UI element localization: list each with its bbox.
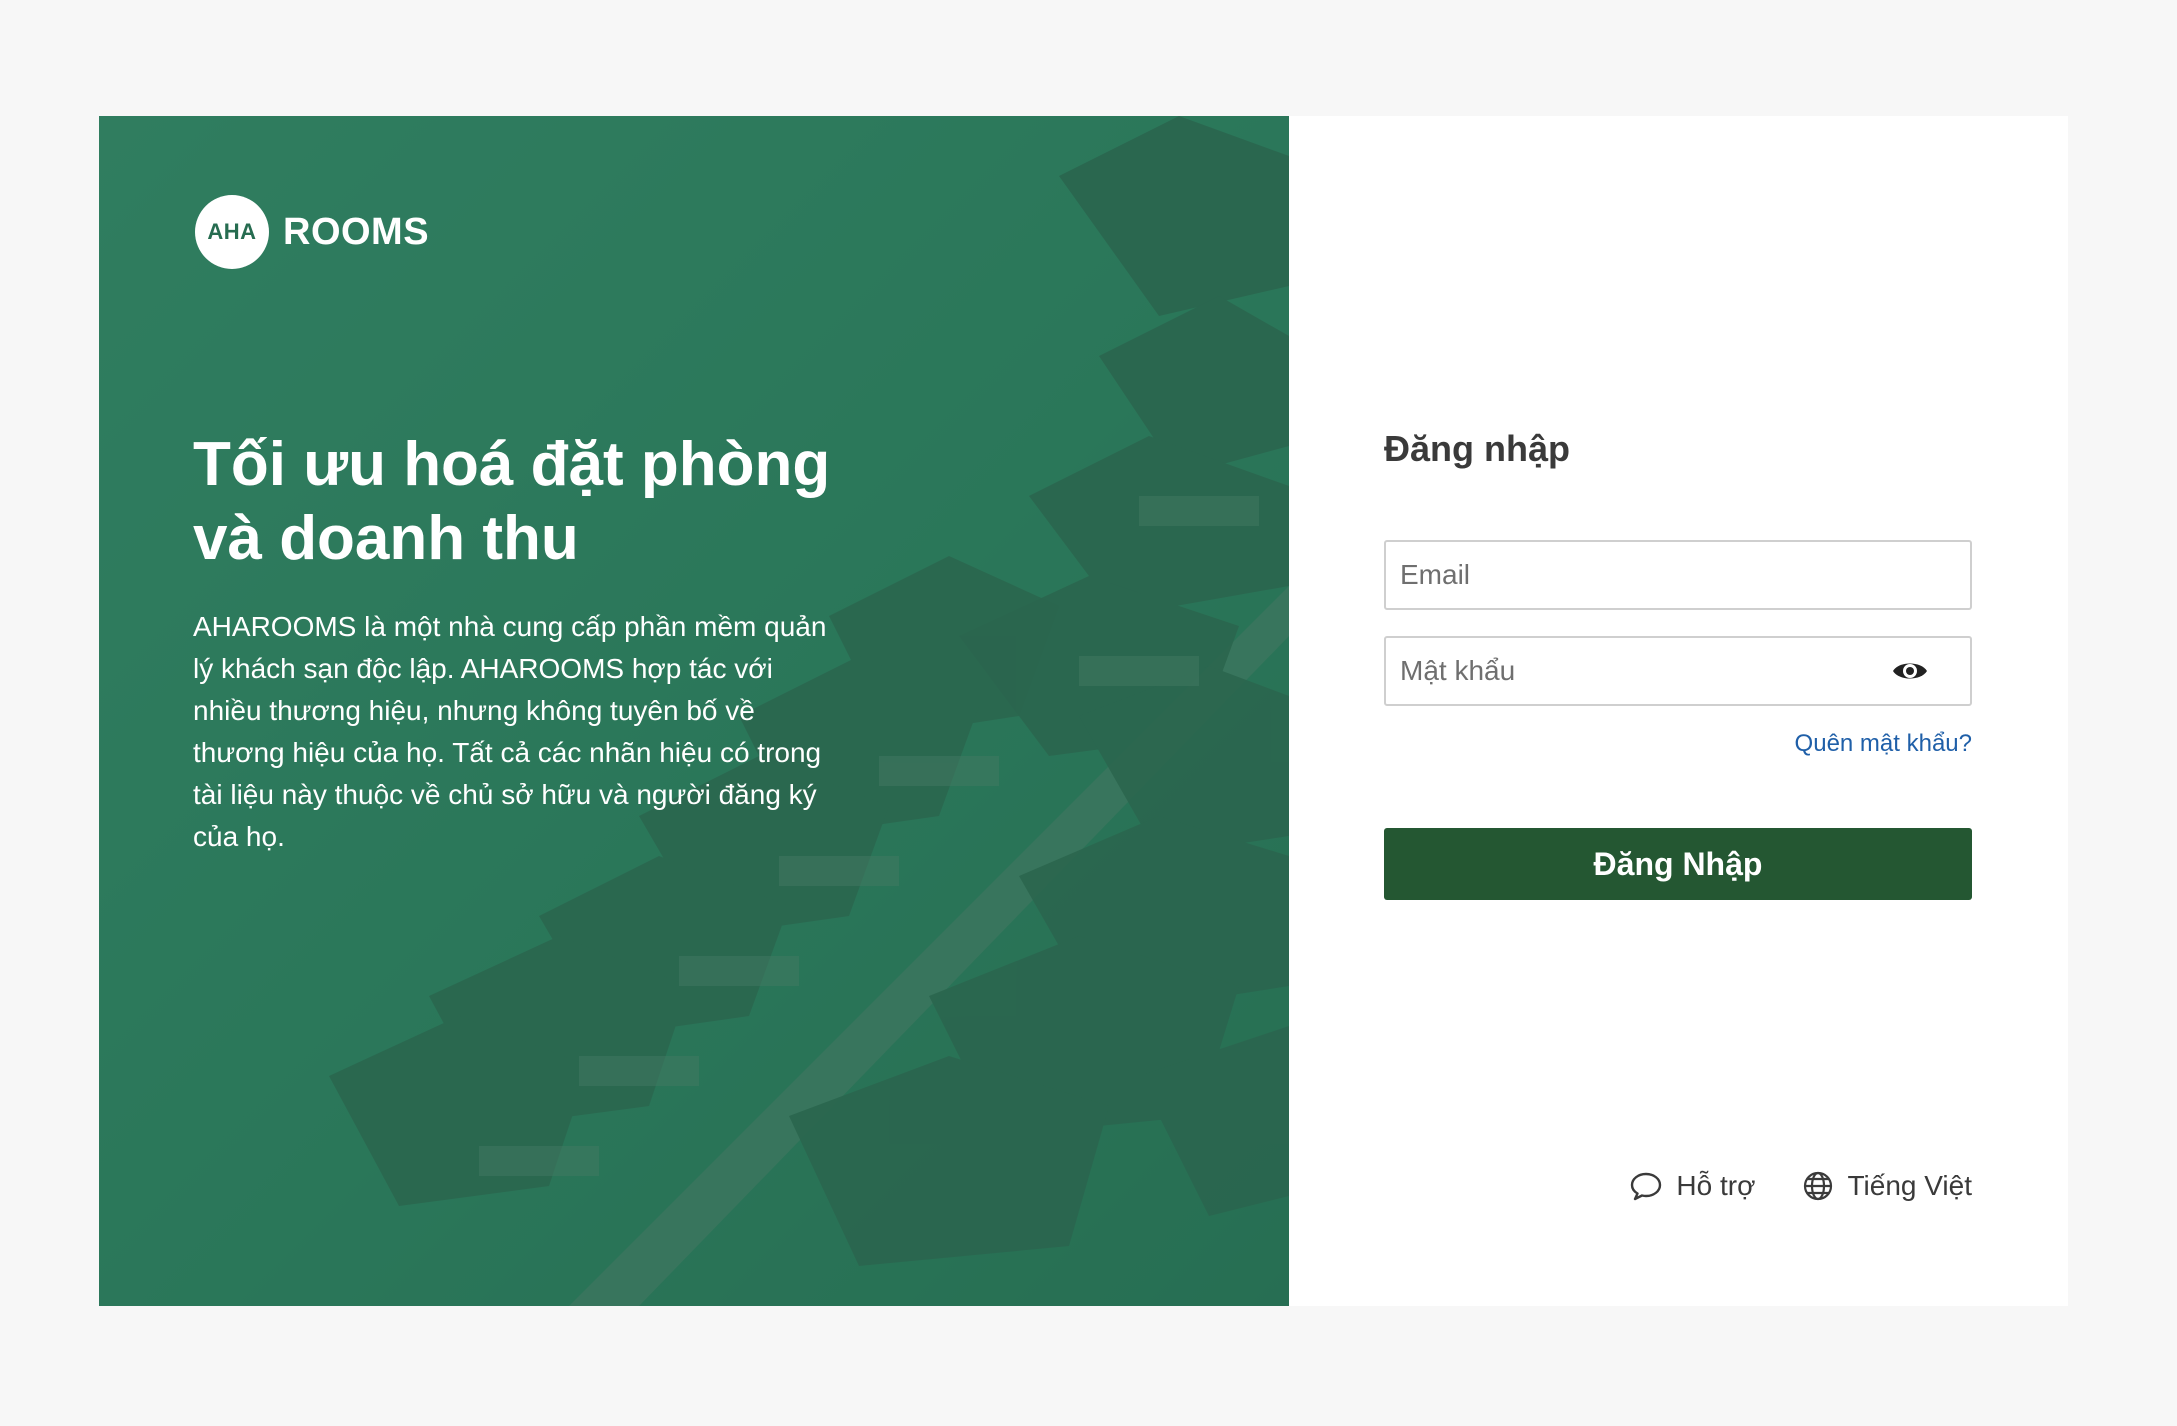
chat-bubble-icon xyxy=(1630,1171,1662,1201)
hero-panel: AHA ROOMS Tối ưu hoá đặt phòng và doanh … xyxy=(99,116,1289,1306)
language-label: Tiếng Việt xyxy=(1847,1170,1972,1201)
email-field[interactable] xyxy=(1386,542,1970,608)
support-label: Hỗ trợ xyxy=(1676,1170,1756,1201)
forgot-password-link[interactable]: Quên mật khẩu? xyxy=(1795,730,1972,758)
support-link[interactable]: Hỗ trợ xyxy=(1630,1170,1755,1202)
logo-wordmark: ROOMS xyxy=(283,210,430,253)
globe-icon xyxy=(1803,1171,1833,1201)
brand-logo: AHA ROOMS xyxy=(195,195,429,269)
login-panel: Đăng nhập Quên mật khẩu? Đăng Nhập xyxy=(1289,116,2068,1306)
panel-footer: Hỗ trợ Tiếng Việt xyxy=(1630,1170,1972,1202)
login-title: Đăng nhập xyxy=(1384,428,1570,469)
email-field-wrapper xyxy=(1384,540,1972,610)
eye-icon[interactable] xyxy=(1890,651,1930,691)
password-field[interactable] xyxy=(1386,638,1890,704)
hero-description: AHAROOMS là một nhà cung cấp phần mềm qu… xyxy=(193,611,827,852)
hero-title: Tối ưu hoá đặt phòng và doanh thu xyxy=(193,430,831,573)
login-card: AHA ROOMS Tối ưu hoá đặt phòng và doanh … xyxy=(99,116,2068,1306)
logo-mark: AHA xyxy=(195,195,269,269)
language-selector[interactable]: Tiếng Việt xyxy=(1803,1170,1972,1202)
password-field-wrapper xyxy=(1384,636,1972,706)
login-button[interactable]: Đăng Nhập xyxy=(1384,828,1972,900)
